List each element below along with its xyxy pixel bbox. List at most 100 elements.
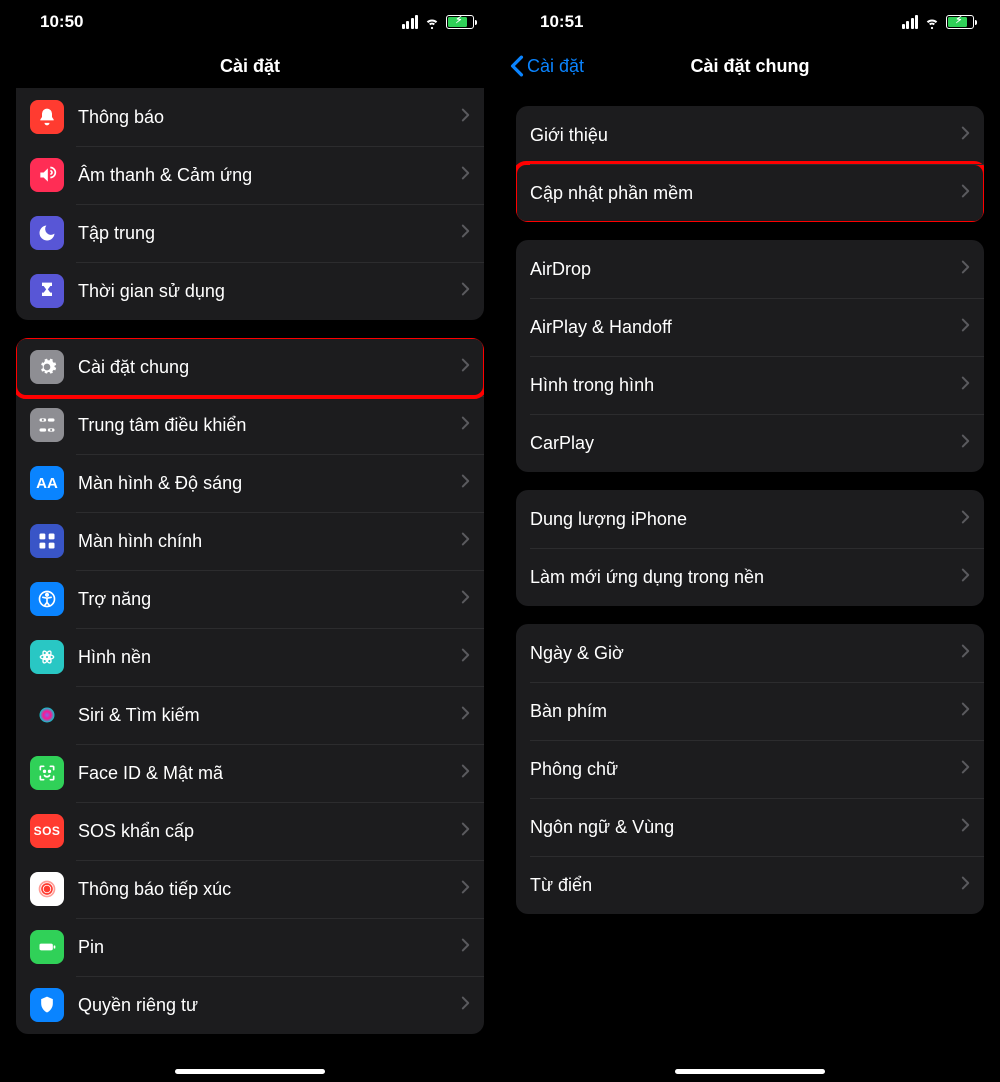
chevron-right-icon: [961, 817, 970, 838]
row-label: Bàn phím: [530, 701, 961, 722]
settings-row[interactable]: Âm thanh & Cảm ứng: [16, 146, 484, 204]
settings-row[interactable]: Thời gian sử dụng: [16, 262, 484, 320]
row-label: CarPlay: [530, 433, 961, 454]
settings-row[interactable]: Tập trung: [16, 204, 484, 262]
home-indicator[interactable]: [175, 1069, 325, 1074]
settings-screen: 10:50 ⚡︎ Cài đặt Thông báo Âm thanh & Cảm…: [0, 0, 500, 1082]
chevron-right-icon: [461, 879, 470, 900]
chevron-right-icon: [961, 375, 970, 396]
settings-row[interactable]: Ngày & Giờ: [516, 624, 984, 682]
back-label: Cài đặt: [527, 56, 584, 77]
siri-icon: [30, 698, 64, 732]
row-label: Âm thanh & Cảm ứng: [78, 165, 461, 186]
row-label: Ngày & Giờ: [530, 643, 961, 664]
row-label: AirPlay & Handoff: [530, 317, 961, 338]
exposure-icon: [30, 872, 64, 906]
chevron-right-icon: [961, 759, 970, 780]
settings-row[interactable]: Pin: [16, 918, 484, 976]
chevron-right-icon: [461, 647, 470, 668]
home-indicator[interactable]: [675, 1069, 825, 1074]
back-button[interactable]: Cài đặt: [510, 55, 584, 77]
notif-icon: [30, 100, 64, 134]
focus-icon: [30, 216, 64, 250]
chevron-right-icon: [461, 165, 470, 186]
row-label: Màn hình chính: [78, 531, 461, 552]
chevron-right-icon: [961, 875, 970, 896]
chevron-right-icon: [961, 567, 970, 588]
settings-row[interactable]: Từ điển: [516, 856, 984, 914]
page-title: Cài đặt: [220, 56, 280, 77]
row-label: Cập nhật phần mềm: [530, 183, 961, 204]
row-label: Quyền riêng tư: [78, 995, 461, 1016]
row-label: SOS khẩn cấp: [78, 821, 461, 842]
chevron-right-icon: [461, 531, 470, 552]
chevron-right-icon: [461, 415, 470, 436]
chevron-right-icon: [461, 223, 470, 244]
row-label: Tập trung: [78, 223, 461, 244]
nav-bar: Cài đặt Cài đặt chung: [500, 44, 1000, 88]
settings-row[interactable]: Trợ năng: [16, 570, 484, 628]
chevron-right-icon: [461, 589, 470, 610]
wifi-icon: [923, 13, 941, 31]
row-label: Thông báo tiếp xúc: [78, 879, 461, 900]
row-label: Trung tâm điều khiển: [78, 415, 461, 436]
settings-list[interactable]: Thông báo Âm thanh & Cảm ứng Tập trung Thời…: [0, 88, 500, 1034]
settings-row[interactable]: Ngôn ngữ & Vùng: [516, 798, 984, 856]
settings-row[interactable]: Giới thiệu: [516, 106, 984, 164]
settings-row[interactable]: AAMàn hình & Độ sáng: [16, 454, 484, 512]
chevron-right-icon: [961, 701, 970, 722]
status-indicators: ⚡︎: [902, 13, 975, 31]
row-label: Làm mới ứng dụng trong nền: [530, 567, 961, 588]
general-list[interactable]: Giới thiệu Cập nhật phần mềm AirDrop AirPla…: [500, 106, 1000, 914]
chevron-right-icon: [461, 937, 470, 958]
settings-row[interactable]: Cập nhật phần mềm: [516, 164, 984, 222]
settings-row[interactable]: Face ID & Mật mã: [16, 744, 484, 802]
display-icon: AA: [30, 466, 64, 500]
general-icon: [30, 350, 64, 384]
settings-row[interactable]: Quyền riêng tư: [16, 976, 484, 1034]
access-icon: [30, 582, 64, 616]
settings-row[interactable]: Phông chữ: [516, 740, 984, 798]
settings-group: Giới thiệu Cập nhật phần mềm: [516, 106, 984, 222]
chevron-right-icon: [461, 107, 470, 128]
settings-row[interactable]: Siri & Tìm kiếm: [16, 686, 484, 744]
settings-group: AirDrop AirPlay & Handoff Hình trong hình C…: [516, 240, 984, 472]
settings-row[interactable]: CarPlay: [516, 414, 984, 472]
settings-row[interactable]: Hình nền: [16, 628, 484, 686]
status-bar: 10:50 ⚡︎: [0, 0, 500, 44]
chevron-right-icon: [461, 763, 470, 784]
page-title: Cài đặt chung: [690, 56, 809, 77]
status-indicators: ⚡︎: [402, 13, 475, 31]
row-label: Thông báo: [78, 107, 461, 128]
row-label: Phông chữ: [530, 759, 961, 780]
settings-row[interactable]: Cài đặt chung: [16, 338, 484, 396]
wall-icon: [30, 640, 64, 674]
chevron-right-icon: [961, 183, 970, 204]
control-icon: [30, 408, 64, 442]
wifi-icon: [423, 13, 441, 31]
row-label: Dung lượng iPhone: [530, 509, 961, 530]
chevron-right-icon: [461, 281, 470, 302]
settings-row[interactable]: AirDrop: [516, 240, 984, 298]
settings-row[interactable]: SOS SOS khẩn cấp: [16, 802, 484, 860]
general-settings-screen: 10:51 ⚡︎ Cài đặt Cài đặt chung Giới thiệ…: [500, 0, 1000, 1082]
priv-icon: [30, 988, 64, 1022]
settings-row[interactable]: Thông báo: [16, 88, 484, 146]
status-time: 10:51: [540, 12, 583, 32]
settings-row[interactable]: Thông báo tiếp xúc: [16, 860, 484, 918]
chevron-right-icon: [461, 473, 470, 494]
settings-row[interactable]: Hình trong hình: [516, 356, 984, 414]
batt-icon: [30, 930, 64, 964]
settings-row[interactable]: Dung lượng iPhone: [516, 490, 984, 548]
row-label: Thời gian sử dụng: [78, 281, 461, 302]
settings-row[interactable]: Làm mới ứng dụng trong nền: [516, 548, 984, 606]
settings-row[interactable]: Bàn phím: [516, 682, 984, 740]
settings-row[interactable]: Trung tâm điều khiển: [16, 396, 484, 454]
sos-icon: SOS: [30, 814, 64, 848]
chevron-right-icon: [461, 995, 470, 1016]
chevron-right-icon: [961, 509, 970, 530]
settings-row[interactable]: AirPlay & Handoff: [516, 298, 984, 356]
row-label: Hình trong hình: [530, 375, 961, 396]
row-label: Face ID & Mật mã: [78, 763, 461, 784]
settings-row[interactable]: Màn hình chính: [16, 512, 484, 570]
